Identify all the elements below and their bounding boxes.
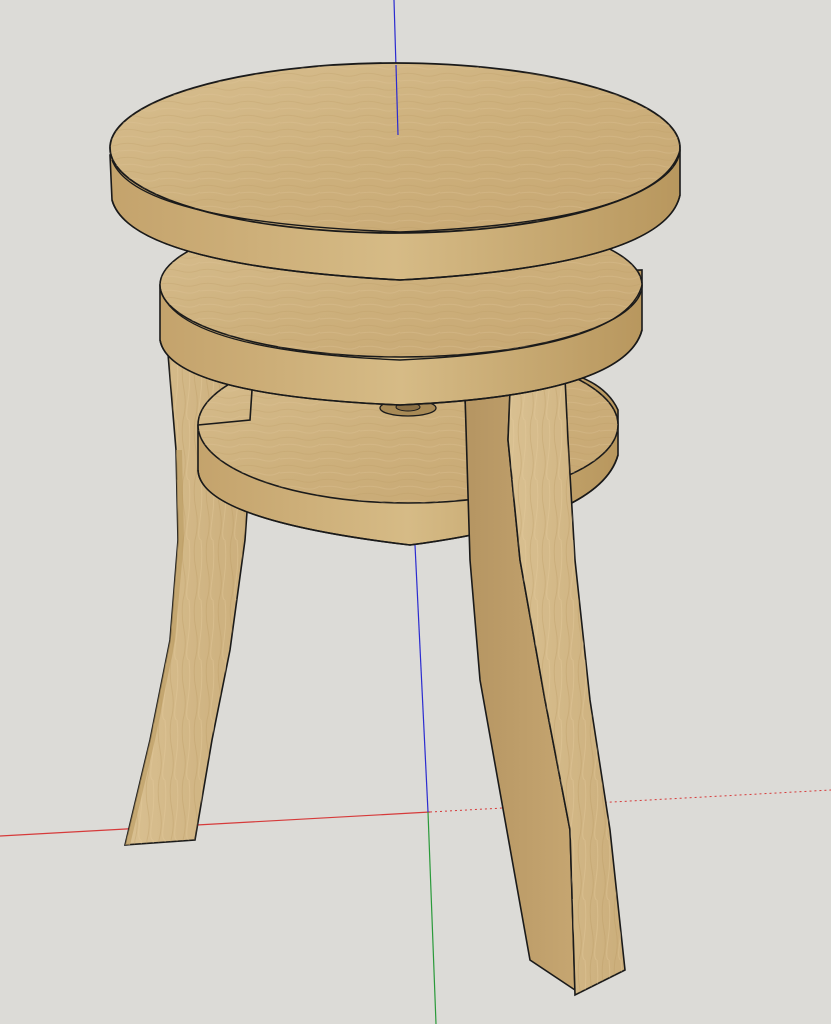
modeling-viewport[interactable] — [0, 0, 831, 1024]
scene-canvas[interactable] — [0, 0, 831, 1024]
green-axis — [427, 811, 437, 1024]
red-axis — [0, 811, 431, 837]
top-seat-disc[interactable] — [109, 62, 681, 281]
blue-axis-lower — [414, 544, 429, 813]
red-axis-dotted — [429, 789, 831, 813]
